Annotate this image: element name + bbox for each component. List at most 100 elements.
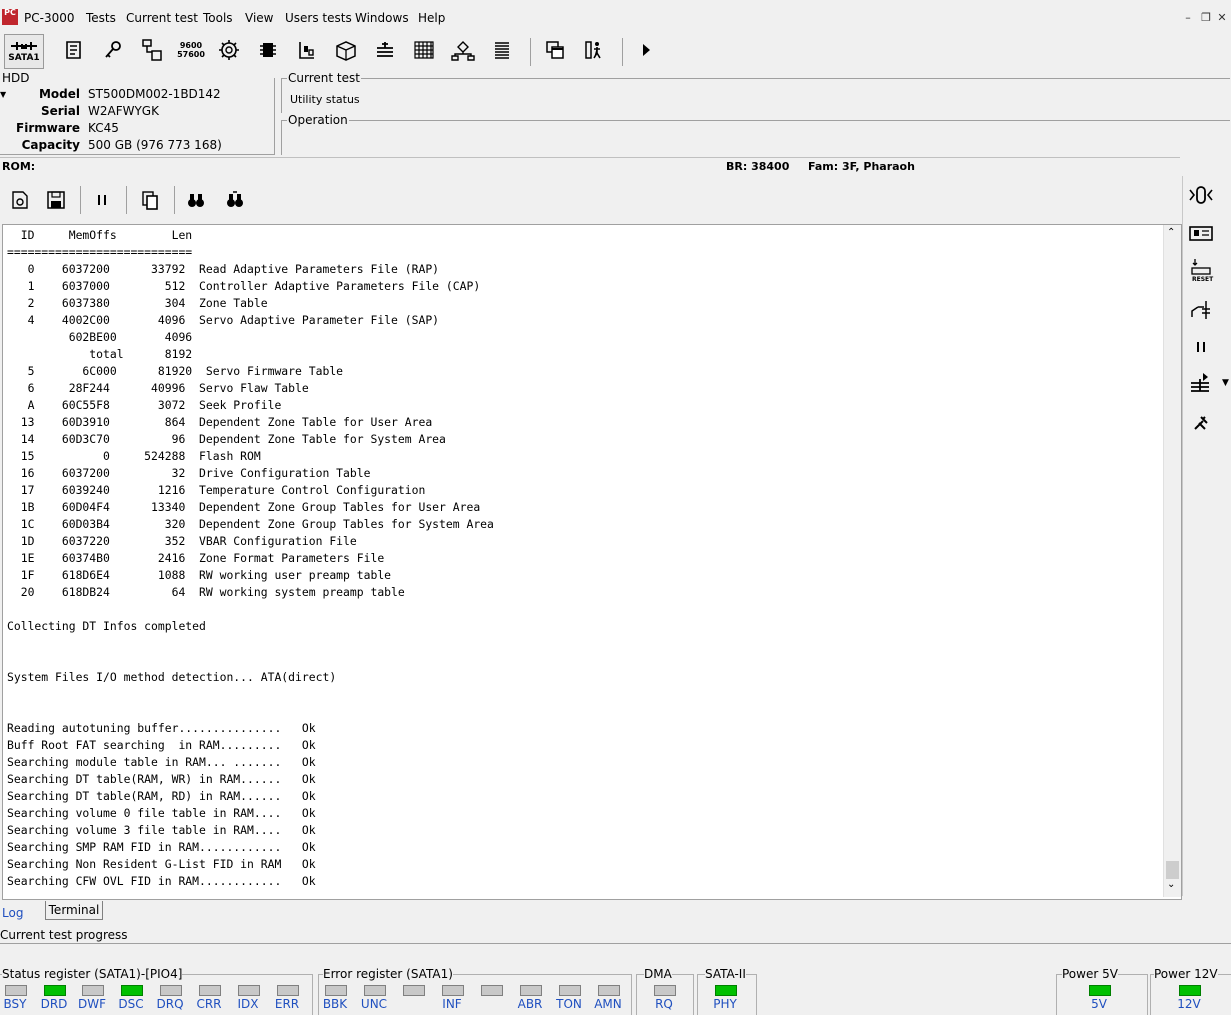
pause-icon (1197, 342, 1205, 352)
log-save-button[interactable] (40, 184, 72, 216)
pcb-board-icon (299, 42, 314, 59)
baud-rate-button[interactable]: 9600 57600 (175, 34, 207, 66)
user-exit-button[interactable] (577, 34, 609, 66)
error-bbk-led (325, 985, 347, 996)
sata-connector-icon (11, 42, 37, 50)
tab-log[interactable]: Log (2, 906, 23, 920)
status-idx-led (238, 985, 260, 996)
status-dwf-led-label: DWF (77, 997, 106, 1011)
hdd-group-title: HDD (2, 71, 30, 85)
hdd-connect-button[interactable] (136, 34, 168, 66)
scroll-up-icon[interactable]: ⌃ (1167, 227, 1175, 238)
pcb-board-button[interactable] (291, 34, 323, 66)
current-test-status: Utility status (290, 93, 360, 106)
status-bsy-led (5, 985, 27, 996)
capacity-value: 500 GB (976 773 168) (88, 138, 222, 152)
grid-table-icon (414, 41, 434, 59)
power-5v-led-label: 5V (1091, 997, 1107, 1011)
hdd-box-button[interactable] (330, 34, 362, 66)
restore-icon[interactable]: ❐ (1198, 11, 1214, 25)
head-select-dropdown-icon[interactable]: ▼ (1222, 378, 1229, 388)
tab-terminal[interactable]: Terminal (45, 901, 103, 920)
log-settings-button[interactable] (4, 184, 36, 216)
user-exit-icon (585, 41, 601, 59)
run-button[interactable] (630, 34, 662, 66)
log-find-next-button[interactable] (219, 184, 251, 216)
hdd-connect-icon (142, 39, 162, 61)
minimize-icon[interactable]: – (1180, 11, 1196, 25)
relay-switch-icon (1191, 301, 1210, 319)
status-crr-led-label: CRR (196, 997, 222, 1011)
chip-icon (260, 43, 276, 57)
tools-button[interactable] (1186, 408, 1216, 438)
model-label: Model (38, 87, 80, 101)
close-icon[interactable]: ✕ (1214, 11, 1230, 25)
status-drd-led (44, 985, 66, 996)
log-copy-button[interactable] (134, 184, 166, 216)
chip-button[interactable] (252, 34, 284, 66)
menu-users-tests[interactable]: Users tests (285, 11, 352, 25)
error-bit2-led (403, 985, 425, 996)
toolbar-separator (530, 38, 531, 66)
menu-windows[interactable]: Windows (355, 11, 409, 25)
log-toolbar-separator (126, 186, 127, 214)
gear-settings-button[interactable] (213, 34, 245, 66)
head-select-button[interactable] (1186, 368, 1216, 398)
dma-rq-led-label: RQ (655, 997, 673, 1011)
copy-pages-icon (142, 191, 158, 210)
gear-page-icon (12, 191, 28, 209)
status-err-led (277, 985, 299, 996)
app-logo-icon: PC (2, 9, 18, 25)
sata-phy-led (715, 985, 737, 996)
dma-title: DMA (644, 967, 672, 981)
scroll-down-icon[interactable]: ⌄ (1167, 879, 1175, 890)
tools-wrench-icon (1194, 416, 1208, 430)
windows-cascade-icon (546, 41, 564, 59)
log-pause-button[interactable] (86, 184, 118, 216)
head-stack-button[interactable] (369, 34, 401, 66)
menu-help[interactable]: Help (418, 11, 445, 25)
error-bit4-led (481, 985, 503, 996)
rom-label: ROM: (2, 160, 36, 173)
log-scrollbar[interactable]: ⌃ ⌄ (1163, 225, 1181, 897)
scroll-document-icon (66, 41, 81, 59)
binoculars-icon (188, 194, 204, 207)
key-button[interactable] (97, 34, 129, 66)
network-tree-button[interactable] (447, 34, 479, 66)
binoculars-next-icon (227, 191, 243, 207)
error-abr-led-label: ABR (517, 997, 543, 1011)
power5-title: Power 5V (1062, 967, 1118, 981)
list-lines-button[interactable] (486, 34, 518, 66)
menu-tests[interactable]: Tests (86, 11, 116, 25)
rom-status-bar (0, 157, 1180, 176)
error-bbk-led-label: BBK (322, 997, 348, 1011)
relay-switch-button[interactable] (1186, 295, 1216, 325)
reset-button[interactable]: RESET (1186, 254, 1216, 284)
family-readout: Fam: 3F, Pharaoh (808, 160, 915, 173)
log-find-button[interactable] (180, 184, 212, 216)
current-test-progress-label: Current test progress (0, 928, 128, 942)
power-control-button[interactable] (1186, 180, 1216, 210)
log-panel[interactable]: ID MemOffs Len =========================… (2, 224, 1182, 900)
grid-table-button[interactable] (408, 34, 440, 66)
list-lines-icon (495, 42, 509, 59)
toolbar-separator (622, 38, 623, 66)
menu-view[interactable]: View (245, 11, 273, 25)
windows-cascade-button[interactable] (539, 34, 571, 66)
menu-tools[interactable]: Tools (203, 11, 233, 25)
sata-port-button[interactable]: SATA1 (4, 34, 44, 69)
right-pause-button[interactable] (1186, 332, 1216, 362)
scroll-document-button[interactable] (58, 34, 90, 66)
power12-title: Power 12V (1154, 967, 1218, 981)
error-register-title: Error register (SATA1) (323, 967, 453, 981)
status-idx-led-label: IDX (237, 997, 259, 1011)
baud-bottom-label: 57600 (177, 50, 205, 59)
status-register-title: Status register (SATA1)-[PIO4] (2, 967, 183, 981)
controller-board-button[interactable] (1186, 218, 1216, 248)
menu-current-test[interactable]: Current test (126, 11, 198, 25)
menu-bar: PC PC-3000 Tests Current test Tools View… (0, 0, 1231, 34)
scroll-thumb[interactable] (1166, 861, 1179, 879)
power-12v-led (1179, 985, 1201, 996)
hdd-box-icon (336, 41, 356, 61)
error-inf-led-label: INF (442, 997, 462, 1011)
